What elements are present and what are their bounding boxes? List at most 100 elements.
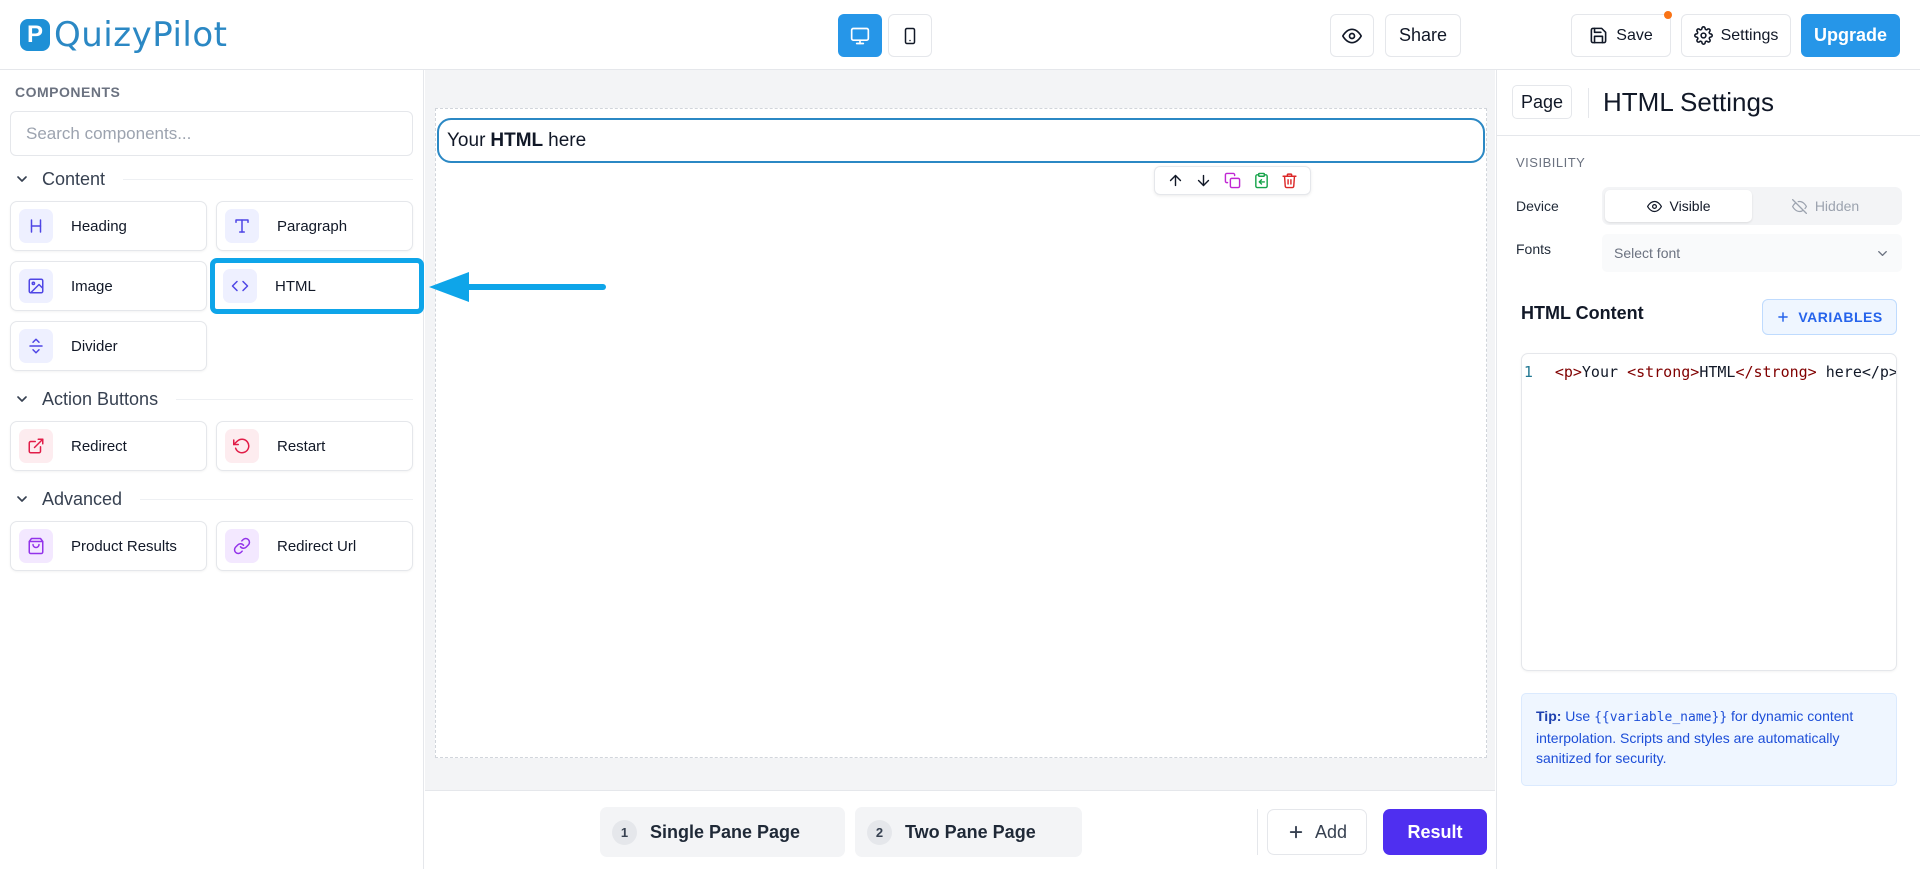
component-label: Image	[71, 277, 113, 295]
settings-header: Page HTML Settings	[1497, 70, 1920, 136]
preview-button[interactable]	[1330, 14, 1374, 57]
code-text: here</p>	[1816, 363, 1897, 381]
component-label: Redirect	[71, 437, 127, 455]
share-label: Share	[1398, 25, 1448, 45]
tip-box: Tip: Use {{variable_name}} for dynamic c…	[1521, 693, 1897, 786]
divider-icon	[19, 329, 53, 363]
annotation-arrow-icon	[429, 272, 606, 302]
trash-icon	[1282, 173, 1297, 189]
eye-off-icon	[1791, 198, 1807, 214]
duplicate-button[interactable]	[1224, 172, 1241, 189]
image-icon	[19, 269, 53, 303]
component-product-results[interactable]: Product Results	[10, 521, 207, 571]
page-number: 2	[867, 819, 892, 845]
top-bar: P QuizyPilot Share Save Settings Upgrade	[0, 0, 1920, 70]
html-block-text: Your	[447, 129, 486, 151]
move-up-button[interactable]	[1167, 172, 1184, 189]
device-visibility-toggle: Visible Hidden	[1602, 187, 1902, 225]
result-label: Result	[1407, 821, 1463, 842]
font-select[interactable]: Select font	[1602, 234, 1902, 272]
save-icon	[1590, 27, 1607, 44]
component-heading[interactable]: Heading	[10, 201, 207, 251]
component-label: Paragraph	[277, 217, 348, 235]
settings-title: HTML Settings	[1603, 87, 1774, 117]
plus-icon	[1778, 312, 1789, 322]
link-icon	[225, 529, 259, 563]
settings-button[interactable]: Settings	[1681, 14, 1791, 57]
shopping-bag-icon	[19, 529, 53, 563]
code-tag: <strong>	[1627, 363, 1700, 381]
result-page-button[interactable]: Result	[1383, 809, 1487, 855]
app-name: QuizyPilot	[54, 15, 228, 55]
desktop-view-button[interactable]	[838, 14, 882, 57]
page-tab-1[interactable]: 1 Single Pane Page	[600, 807, 845, 857]
page-settings-button[interactable]: Page	[1512, 85, 1572, 119]
section-toggle-content[interactable]: Content	[14, 167, 413, 191]
device-label: Device	[1516, 198, 1559, 214]
arrow-down-icon	[1198, 174, 1210, 187]
visibility-title: VISIBILITY	[1516, 155, 1586, 170]
save-label: Save	[1616, 26, 1653, 44]
chevron-down-icon	[17, 396, 27, 402]
page-tab-2[interactable]: 2 Two Pane Page	[855, 807, 1082, 857]
components-title: COMPONENTS	[15, 84, 121, 100]
component-divider[interactable]: Divider	[10, 321, 207, 371]
delete-button[interactable]	[1281, 172, 1298, 189]
divider	[1257, 809, 1258, 855]
html-block[interactable]: Your HTML here	[437, 118, 1485, 163]
section-toggle-action-buttons[interactable]: Action Buttons	[14, 387, 413, 411]
page-bar: 1 Single Pane Page 2 Two Pane Page Add R…	[425, 790, 1495, 869]
html-code-editor[interactable]: 1 <p>Your <strong>HTML</strong> here</p>	[1521, 353, 1897, 671]
component-label: Divider	[71, 337, 118, 355]
code-icon	[223, 269, 257, 303]
external-link-icon	[19, 429, 53, 463]
section-toggle-advanced[interactable]: Advanced	[14, 487, 413, 511]
html-block-bold-text: HTML	[490, 129, 544, 151]
components-sidebar: COMPONENTS Content Heading Paragraph Ima…	[0, 70, 424, 869]
mobile-view-button[interactable]	[888, 14, 932, 57]
component-restart[interactable]: Restart	[216, 421, 413, 471]
tip-text: Use	[1565, 708, 1591, 724]
component-label: Heading	[71, 217, 127, 235]
search-components-input[interactable]	[10, 111, 413, 156]
heading-icon	[19, 209, 53, 243]
component-label: Redirect Url	[277, 537, 357, 555]
tip-code: {{variable_name}}	[1594, 710, 1728, 725]
line-number: 1	[1523, 363, 1533, 381]
canvas-page[interactable]	[435, 108, 1487, 758]
fonts-label: Fonts	[1516, 241, 1552, 257]
block-toolbar	[1154, 166, 1311, 195]
upgrade-button[interactable]: Upgrade	[1801, 14, 1900, 57]
chevron-down-icon	[17, 496, 27, 502]
visible-option[interactable]: Visible	[1605, 190, 1752, 222]
component-redirect-url[interactable]: Redirect Url	[216, 521, 413, 571]
plus-icon	[1289, 825, 1303, 839]
eye-icon	[1646, 200, 1662, 212]
html-block-text: here	[548, 129, 587, 151]
smartphone-icon	[904, 27, 916, 44]
component-image[interactable]: Image	[10, 261, 207, 311]
logo-mark-icon: P	[20, 19, 50, 51]
paste-button[interactable]	[1253, 172, 1270, 189]
insert-variables-button[interactable]: VARIABLES	[1762, 299, 1897, 335]
clipboard-paste-icon	[1254, 172, 1268, 189]
add-page-button[interactable]: Add	[1267, 809, 1367, 855]
hidden-option[interactable]: Hidden	[1752, 190, 1899, 222]
code-text: Your	[1581, 363, 1628, 381]
code-text: <p>Your <strong>HTML</strong> here</p>	[1535, 363, 1897, 381]
hidden-label: Hidden	[1814, 198, 1860, 214]
add-label: Add	[1314, 821, 1348, 842]
share-button[interactable]: Share	[1385, 14, 1461, 57]
chevron-down-icon	[1878, 250, 1887, 256]
tip-label: Tip:	[1536, 708, 1562, 724]
app-logo[interactable]: P QuizyPilot	[20, 15, 228, 55]
type-icon	[225, 209, 259, 243]
component-html[interactable]: HTML	[210, 258, 424, 314]
save-button[interactable]: Save	[1571, 11, 1672, 57]
component-redirect[interactable]: Redirect	[10, 421, 207, 471]
page-button-label: Page	[1520, 91, 1564, 112]
move-down-button[interactable]	[1195, 172, 1212, 189]
component-paragraph[interactable]: Paragraph	[216, 201, 413, 251]
html-content-title: HTML Content	[1521, 303, 1644, 323]
component-label: Restart	[277, 437, 326, 455]
